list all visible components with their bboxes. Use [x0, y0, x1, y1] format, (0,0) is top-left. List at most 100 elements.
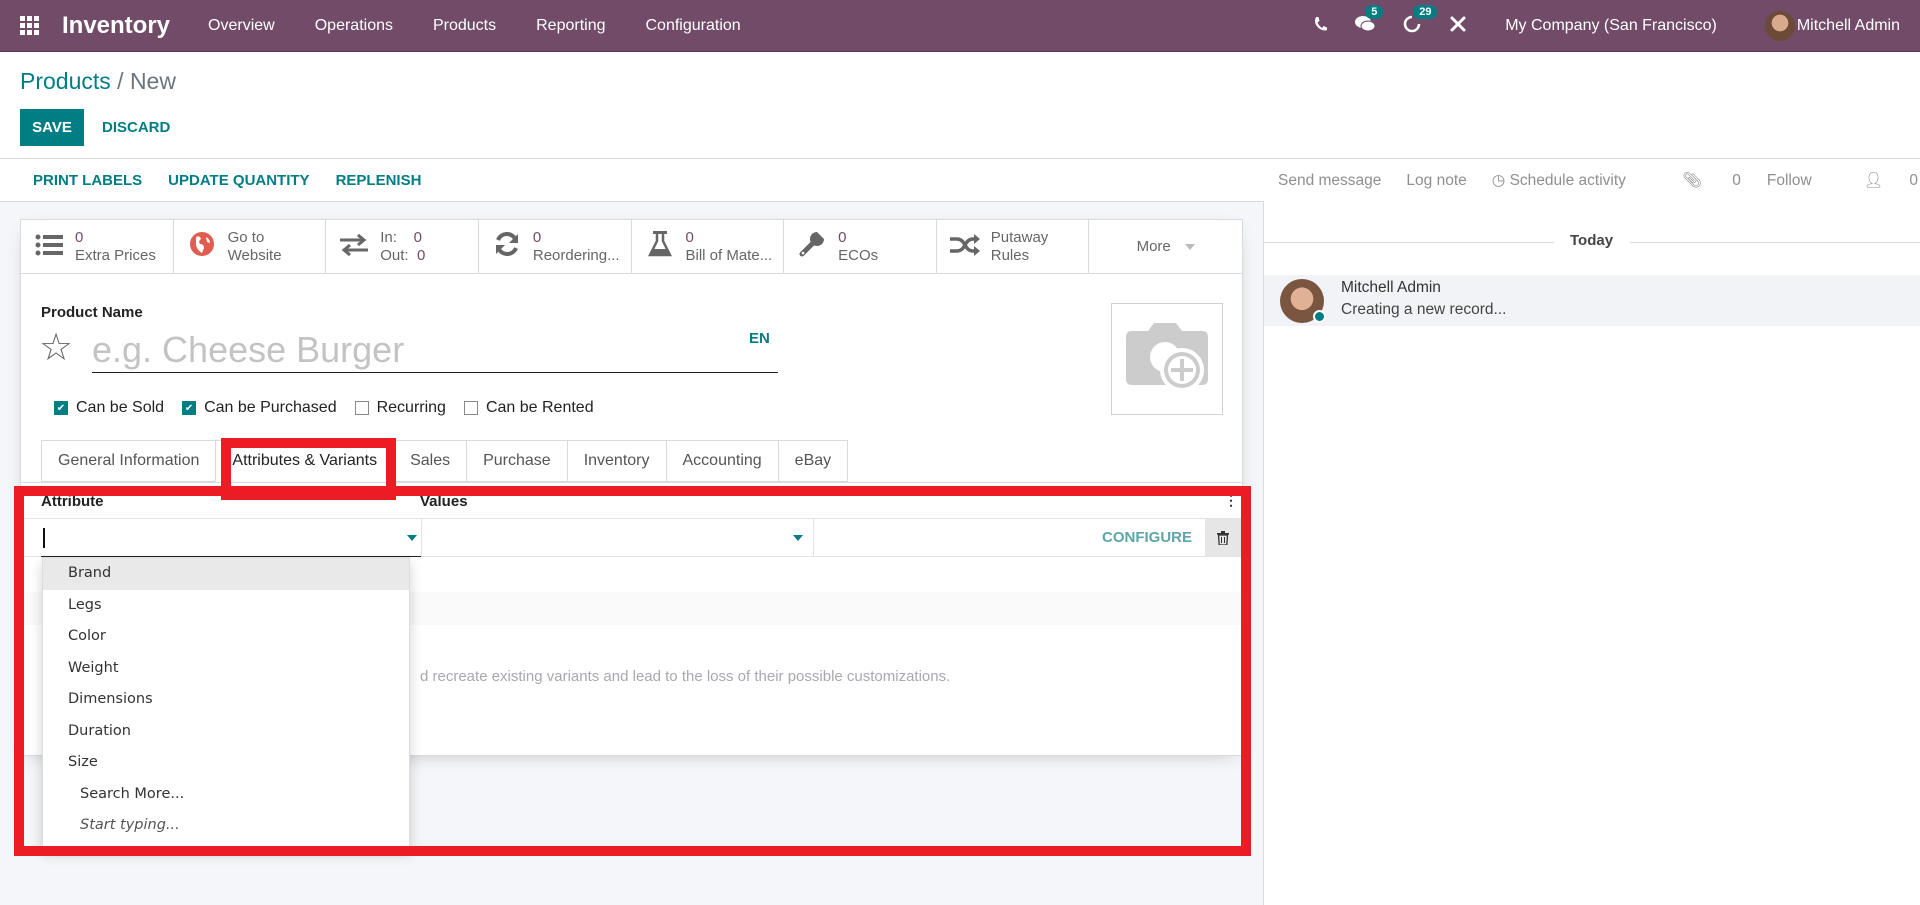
- trash-icon: [1217, 531, 1229, 545]
- values-dropdown-arrow-icon[interactable]: [793, 535, 803, 541]
- control-panel: Products / New SAVE DISCARD: [0, 52, 1920, 159]
- can-be-purchased-checkbox[interactable]: ✔ Can be Purchased: [182, 399, 337, 417]
- delete-row-button[interactable]: [1205, 519, 1241, 557]
- product-name-input[interactable]: [92, 327, 778, 373]
- go-to-line1: Go to: [227, 229, 265, 246]
- out-label: Out:: [380, 247, 409, 264]
- app-name[interactable]: Inventory: [62, 12, 170, 40]
- favorite-star-icon[interactable]: ☆: [39, 328, 73, 368]
- caret-down-icon: [1184, 244, 1195, 250]
- tab-attributes-variants[interactable]: Attributes & Variants: [215, 440, 394, 482]
- text-cursor: [43, 528, 45, 548]
- start-typing-hint: Start typing...: [80, 817, 180, 833]
- user-icon: 👤︎: [1863, 172, 1884, 189]
- tab-sales[interactable]: Sales: [393, 440, 467, 482]
- configure-button[interactable]: CONFIGURE: [1102, 529, 1192, 546]
- save-button[interactable]: SAVE: [20, 109, 84, 146]
- followers-count: 0: [1909, 172, 1918, 189]
- option-size[interactable]: Size: [43, 747, 409, 779]
- debug-tools-icon[interactable]: [1449, 15, 1467, 38]
- print-labels-button[interactable]: PRINT LABELS: [20, 172, 155, 189]
- option-duration[interactable]: Duration: [43, 716, 409, 748]
- can-be-sold-checkbox[interactable]: ✔ Can be Sold: [54, 399, 164, 417]
- product-image-upload[interactable]: [1111, 303, 1223, 415]
- company-switcher[interactable]: My Company (San Francisco): [1505, 17, 1717, 35]
- bom-label: Bill of Mate...: [685, 247, 773, 264]
- message-author[interactable]: Mitchell Admin: [1341, 279, 1441, 297]
- message-author-avatar[interactable]: [1280, 279, 1326, 323]
- attribute-autocomplete-dropdown: Brand Legs Color Weight Dimensions Durat…: [42, 557, 410, 848]
- in-value: 0: [413, 229, 422, 246]
- tab-accounting[interactable]: Accounting: [665, 440, 778, 482]
- menu-operations[interactable]: Operations: [315, 17, 393, 35]
- activities-badge: 29: [1413, 4, 1438, 19]
- messages-badge: 5: [1365, 4, 1384, 19]
- attachments-button[interactable]: 📎︎ 0: [1656, 171, 1741, 190]
- ecos-button[interactable]: 0 ECOs: [784, 220, 937, 274]
- chatter-topbar: Send message Log note ◷ Schedule activit…: [1264, 159, 1920, 202]
- values-input[interactable]: [421, 519, 814, 557]
- send-message-button[interactable]: Send message: [1278, 172, 1381, 190]
- language-button[interactable]: EN: [749, 330, 770, 347]
- tab-general-information[interactable]: General Information: [41, 440, 216, 482]
- in-label: In:: [380, 229, 397, 246]
- reordering-button[interactable]: 0 Reordering...: [479, 220, 632, 274]
- exchange-icon: [338, 232, 370, 263]
- notebook-tabs: General Information Attributes & Variant…: [41, 440, 849, 482]
- reordering-count: 0: [532, 229, 542, 246]
- follow-button[interactable]: Follow: [1767, 172, 1812, 190]
- putaway-rules-button[interactable]: Putaway Rules: [937, 220, 1090, 274]
- option-weight[interactable]: Weight: [43, 653, 409, 685]
- can-be-rented-label: Can be Rented: [485, 399, 594, 416]
- extra-prices-button[interactable]: 0 Extra Prices: [21, 220, 174, 274]
- extra-prices-count: 0: [75, 229, 84, 246]
- more-button[interactable]: More: [1089, 220, 1242, 274]
- message-body: Creating a new record...: [1341, 301, 1507, 318]
- attribute-table-header: Attribute Values ⋮: [21, 485, 1244, 519]
- menu-configuration[interactable]: Configuration: [646, 17, 741, 35]
- menu-overview[interactable]: Overview: [208, 17, 275, 35]
- phone-icon[interactable]: [1313, 16, 1328, 37]
- option-dimensions[interactable]: Dimensions: [43, 684, 409, 716]
- option-color[interactable]: Color: [43, 621, 409, 653]
- go-to-website-button[interactable]: Go to Website: [174, 220, 327, 274]
- replenish-button[interactable]: REPLENISH: [323, 172, 435, 189]
- activities-icon[interactable]: 29: [1403, 4, 1438, 38]
- breadcrumb-products[interactable]: Products: [20, 68, 111, 94]
- search-more-option[interactable]: Search More...: [43, 779, 409, 811]
- date-separator-label: Today: [1570, 232, 1614, 249]
- smart-button-box: 0 Extra Prices Go to Website In: 0 Out: 0: [21, 220, 1242, 274]
- checkbox-checked-icon: ✔: [182, 401, 197, 415]
- column-values[interactable]: Values: [420, 493, 468, 510]
- followers-button[interactable]: 👤︎ 0: [1838, 171, 1918, 190]
- product-options: ✔ Can be Sold ✔ Can be Purchased Recurring…: [54, 399, 612, 417]
- in-out-button[interactable]: In: 0 Out: 0: [326, 220, 479, 274]
- recurring-checkbox[interactable]: Recurring: [354, 399, 446, 417]
- attribute-dropdown-arrow-icon[interactable]: [407, 535, 417, 541]
- top-navbar: Inventory Overview Operations Products R…: [0, 0, 1920, 52]
- checkbox-unchecked-icon: [354, 401, 369, 415]
- option-legs[interactable]: Legs: [43, 590, 409, 622]
- option-brand[interactable]: Brand: [43, 558, 409, 590]
- extra-prices-label: Extra Prices: [75, 247, 156, 264]
- user-menu[interactable]: Mitchell Admin: [1764, 11, 1900, 41]
- product-name-label: Product Name: [41, 304, 143, 321]
- update-quantity-button[interactable]: UPDATE QUANTITY: [155, 172, 322, 189]
- menu-reporting[interactable]: Reporting: [536, 17, 605, 35]
- tab-inventory[interactable]: Inventory: [566, 440, 666, 482]
- out-value: 0: [416, 247, 426, 264]
- apps-menu-icon[interactable]: [20, 15, 44, 36]
- recurring-label: Recurring: [376, 399, 446, 416]
- discard-button[interactable]: DISCARD: [92, 109, 180, 146]
- attribute-input[interactable]: [41, 519, 421, 557]
- schedule-activity-button[interactable]: ◷ Schedule activity: [1492, 171, 1626, 190]
- can-be-rented-checkbox[interactable]: Can be Rented: [463, 399, 594, 417]
- log-note-button[interactable]: Log note: [1406, 172, 1466, 190]
- bill-of-materials-button[interactable]: 0 Bill of Mate...: [632, 220, 785, 274]
- messages-icon[interactable]: 5: [1355, 4, 1384, 38]
- tab-ebay[interactable]: eBay: [777, 440, 849, 482]
- tab-purchase[interactable]: Purchase: [466, 440, 567, 482]
- column-attribute[interactable]: Attribute: [41, 493, 104, 510]
- menu-products[interactable]: Products: [433, 17, 496, 35]
- optional-columns-icon[interactable]: ⋮: [1224, 492, 1238, 509]
